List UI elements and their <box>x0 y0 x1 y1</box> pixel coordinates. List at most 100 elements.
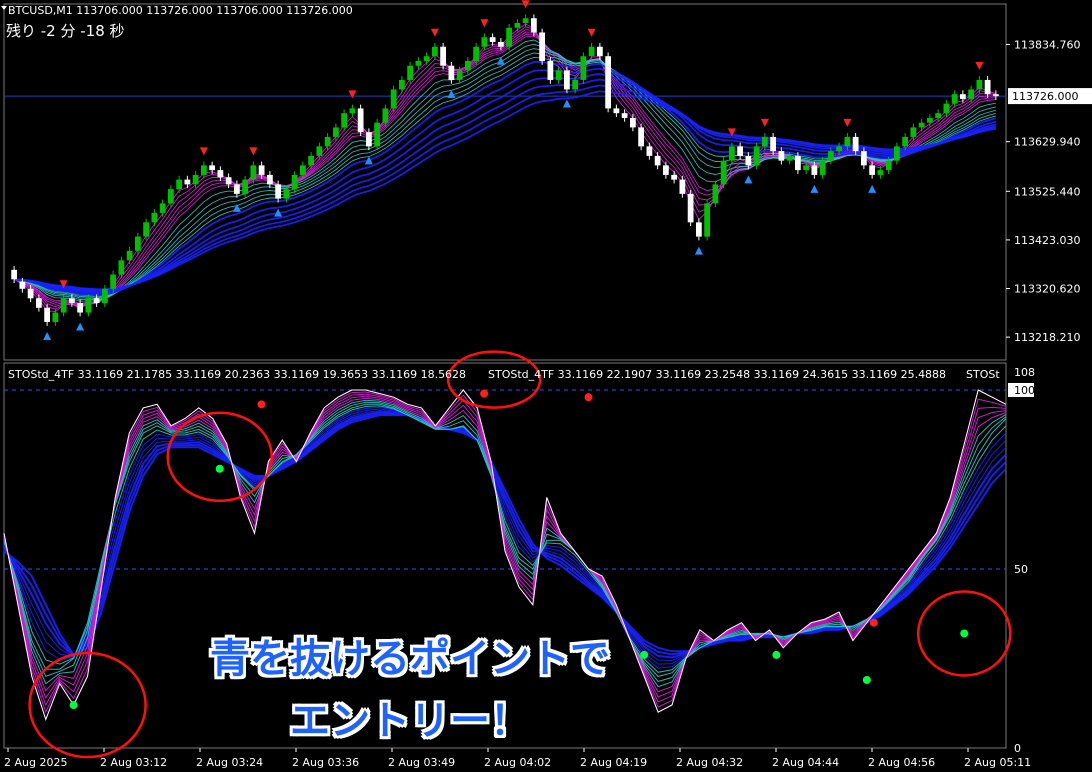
candle-body <box>596 46 603 57</box>
indicator-header-right: STOSt <box>966 368 1000 381</box>
candle-body <box>555 70 562 80</box>
candle-body <box>926 117 933 123</box>
candle-body <box>572 79 579 90</box>
candle-body <box>679 179 686 194</box>
candle-body <box>943 103 950 114</box>
candle-body <box>605 56 612 109</box>
candle-body <box>299 165 306 175</box>
price-tick-label: 113834.760 <box>1014 38 1080 51</box>
candle-body <box>506 27 513 47</box>
candle-body <box>250 165 257 180</box>
candle-body <box>126 250 133 261</box>
candle-body <box>935 113 942 118</box>
candle-body <box>11 269 18 280</box>
time-tick-label: 2 Aug 05:11 <box>964 756 1031 769</box>
candle-body <box>588 46 595 57</box>
candle-body <box>869 165 876 175</box>
time-tick-label: 2 Aug 04:02 <box>484 756 551 769</box>
candle-body <box>308 155 315 166</box>
candle-body <box>819 160 826 175</box>
candle-body <box>811 165 818 175</box>
osc-green-dot <box>862 675 871 684</box>
candle-body <box>225 177 232 185</box>
candle-body <box>761 136 768 147</box>
candle-body <box>893 146 900 161</box>
candle-body <box>233 184 240 194</box>
osc-red-dot <box>584 393 593 402</box>
candle-body <box>704 203 711 237</box>
indicator-header-left: STOStd_4TF 33.1169 21.1785 33.1169 20.23… <box>8 368 466 381</box>
candle-body <box>192 174 199 185</box>
candle-body <box>968 89 975 99</box>
candle-body <box>357 108 364 133</box>
candle-body <box>497 41 504 47</box>
candle-body <box>398 79 405 90</box>
candle-body <box>77 303 84 313</box>
candle-body <box>349 108 356 114</box>
osc-tick-label: 50 <box>1014 563 1028 576</box>
candle-body <box>93 298 100 304</box>
candle-body <box>629 117 636 128</box>
price-tick-label: 113320.620 <box>1014 283 1080 296</box>
candle-body <box>481 37 488 47</box>
osc-red-dot <box>480 389 489 398</box>
candle-body <box>770 136 777 152</box>
candle-body <box>176 179 183 190</box>
candle-body <box>374 122 381 147</box>
candle-body <box>737 146 744 156</box>
candle-body <box>85 298 92 313</box>
candle-body <box>539 32 546 61</box>
osc-tick-label: 0 <box>1014 742 1021 755</box>
candle-body <box>778 151 785 161</box>
candle-body <box>448 65 455 80</box>
osc-tick-label: 100 <box>1014 384 1035 397</box>
candle-body <box>283 189 290 199</box>
candle-body <box>382 108 389 123</box>
candle-body <box>44 307 51 323</box>
candle-body <box>489 37 496 42</box>
candle-body <box>522 18 529 23</box>
candle-body <box>68 298 75 304</box>
candle-body <box>563 70 570 90</box>
countdown-label: 残り -2 分 -18 秒 <box>6 22 125 40</box>
candle-body <box>291 174 298 190</box>
candle-body <box>638 127 645 147</box>
candle-body <box>976 79 983 90</box>
candle-body <box>687 193 694 223</box>
candle-body <box>407 65 414 80</box>
candle-body <box>151 212 158 223</box>
candle-body <box>415 60 422 66</box>
candle-body <box>134 236 141 251</box>
candle-body <box>918 122 925 128</box>
time-tick-label: 2 Aug 04:44 <box>772 756 839 769</box>
candle-body <box>514 22 521 28</box>
candle-body <box>101 288 108 304</box>
candle-body <box>844 136 851 147</box>
candle-body <box>951 94 958 104</box>
candle-body <box>324 136 331 147</box>
candle-body <box>613 108 620 114</box>
osc-red-dot <box>869 618 878 627</box>
candle-body <box>200 165 207 175</box>
time-tick-label: 2 Aug 04:19 <box>580 756 647 769</box>
candle-body <box>464 60 471 71</box>
candle-body <box>910 127 917 137</box>
candle-body <box>167 189 174 204</box>
price-tick-label: 113423.030 <box>1014 234 1080 247</box>
candle-body <box>992 94 999 97</box>
candle-body <box>786 155 793 161</box>
candle-body <box>217 170 224 178</box>
price-tick-label: 113218.210 <box>1014 331 1080 344</box>
candle-body <box>530 18 537 33</box>
candle-body <box>456 70 463 80</box>
candle-body <box>159 203 166 213</box>
candle-body <box>662 165 669 175</box>
candle-body <box>728 146 735 161</box>
price-tick-label: 113629.940 <box>1014 136 1080 149</box>
candle-body <box>720 160 727 185</box>
candle-body <box>852 136 859 152</box>
candle-body <box>184 179 191 185</box>
osc-tick-label: 108 <box>1014 366 1035 379</box>
price-tick-label: 113726.000 <box>1012 90 1078 103</box>
candle-body <box>671 174 678 180</box>
